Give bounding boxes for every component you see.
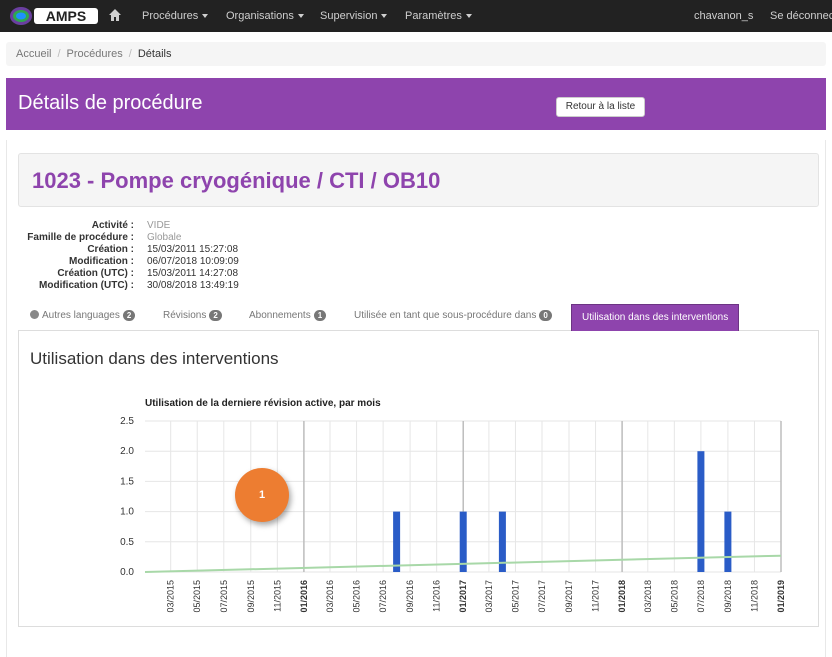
x-tick-label: 11/2015: [272, 580, 282, 612]
x-tick-label: 07/2017: [537, 580, 547, 613]
breadcrumb-current: Détails: [137, 48, 172, 60]
detail-row-famille: Famille de procédure : Globale: [27, 232, 182, 243]
detail-row-creation: Création :15/03/2011 15:27:08: [87, 244, 239, 255]
procedure-title-well: 1023 - Pompe cryogénique / CTI / OB10: [18, 153, 819, 207]
x-tick-label: 07/2015: [219, 580, 229, 613]
x-tick-label: 03/2018: [643, 580, 653, 613]
nav-supervision[interactable]: Supervision: [320, 10, 388, 22]
caret-down-icon: [297, 14, 304, 19]
breadcrumb: Accueil / Procédures / Détails: [6, 42, 826, 66]
x-tick-label: 09/2016: [405, 580, 415, 613]
x-tick-label: 01/2016: [299, 580, 309, 613]
chart-bar: [724, 511, 732, 572]
annotation-marker: 1: [235, 468, 289, 522]
breadcrumb-home[interactable]: Accueil: [16, 48, 51, 60]
x-tick-label: 03/2015: [166, 580, 176, 613]
x-tick-label: 01/2019: [776, 580, 786, 613]
panel-title: Utilisation dans des interventions: [30, 349, 279, 368]
x-axis: 03/2015 05/2015 07/2015 09/2015 11/2015 01/20…: [166, 580, 786, 613]
detail-row-modification: Modification :06/07/2018 10:09:09: [69, 256, 239, 267]
page-header: Détails de procédure Retour à la liste: [6, 78, 826, 130]
nav-organisations[interactable]: Organisations: [226, 10, 304, 22]
x-tick-label: 11/2017: [591, 580, 601, 612]
y-tick-label: 2.0: [120, 446, 134, 457]
detail-row-creation-utc: Création (UTC) :15/03/2011 14:27:08: [57, 268, 239, 279]
globe-icon: [30, 310, 39, 319]
caret-down-icon: [465, 14, 472, 19]
x-tick-label: 05/2016: [352, 580, 362, 613]
x-tick-label: 01/2018: [617, 580, 627, 613]
procedure-title: 1023 - Pompe cryogénique / CTI / OB10: [32, 168, 441, 193]
tab-abonnements[interactable]: Abonnements 1: [249, 310, 327, 321]
tab-sous-procedure[interactable]: Utilisée en tant que sous-procédure dans…: [354, 310, 552, 321]
chart-bar: [393, 511, 401, 572]
y-tick-label: 0.0: [120, 567, 134, 578]
y-tick-label: 2.5: [120, 416, 134, 427]
count-badge: 2: [122, 310, 136, 321]
x-tick-label: 05/2017: [510, 580, 520, 613]
nav-logout[interactable]: Se déconnec: [770, 10, 832, 22]
tabs: Autres languages 2 Révisions 2 Abonnements…: [18, 304, 819, 331]
x-tick-label: 05/2018: [669, 580, 679, 613]
logo-text: AMPS: [46, 8, 86, 24]
count-badge: 2: [209, 310, 222, 321]
tab-revisions[interactable]: Révisions 2: [163, 310, 222, 321]
x-tick-label: 01/2017: [458, 580, 468, 613]
x-tick-label: 03/2017: [484, 580, 494, 613]
x-tick-label: 09/2017: [564, 580, 574, 613]
back-to-list-button[interactable]: Retour à la liste: [556, 97, 645, 117]
y-tick-label: 1.5: [120, 476, 134, 487]
x-tick-label: 11/2018: [749, 580, 759, 612]
tab-utilisation-interventions[interactable]: Utilisation dans des interventions: [571, 304, 740, 331]
x-tick-label: 09/2018: [723, 580, 733, 613]
x-tick-label: 07/2016: [378, 580, 388, 613]
caret-down-icon: [381, 14, 388, 19]
x-tick-label: 09/2015: [246, 580, 256, 613]
amps-logo[interactable]: AMPS: [6, 3, 100, 29]
y-tick-label: 1.0: [120, 507, 134, 518]
nav-parametres[interactable]: Paramètres: [405, 10, 472, 22]
tab-autres-languages[interactable]: Autres languages 2: [30, 310, 136, 321]
nav-procedures[interactable]: Procédures: [142, 10, 209, 22]
x-tick-label: 05/2015: [192, 580, 202, 613]
breadcrumb-procedures[interactable]: Procédures: [67, 48, 123, 60]
procedure-details: Activité : VIDE Famille de procédure : Glo…: [18, 220, 239, 292]
nav-user[interactable]: chavanon_s: [694, 10, 753, 22]
top-navbar: AMPS Procédures Organisations Supervisio…: [0, 0, 832, 32]
x-tick-label: 07/2018: [696, 580, 706, 613]
x-tick-label: 03/2016: [325, 580, 335, 613]
page-title: Détails de procédure: [18, 92, 203, 114]
y-tick-label: 0.5: [120, 537, 134, 548]
usage-chart: Utilisation de la derniere révision acti…: [120, 398, 786, 613]
count-badge: 1: [313, 310, 327, 321]
detail-row-activite: Activité : VIDE: [91, 220, 171, 231]
chart-title: Utilisation de la derniere révision acti…: [145, 398, 381, 409]
y-axis: 0.0 0.5 1.0 1.5 2.0 2.5: [120, 416, 134, 578]
count-badge: 0: [539, 310, 552, 321]
home-icon[interactable]: [108, 8, 122, 22]
chart-bar: [697, 451, 705, 572]
x-tick-label: 11/2016: [432, 580, 442, 612]
detail-row-modification-utc: Modification (UTC) :30/08/2018 13:49:19: [39, 280, 239, 291]
caret-down-icon: [202, 14, 209, 19]
